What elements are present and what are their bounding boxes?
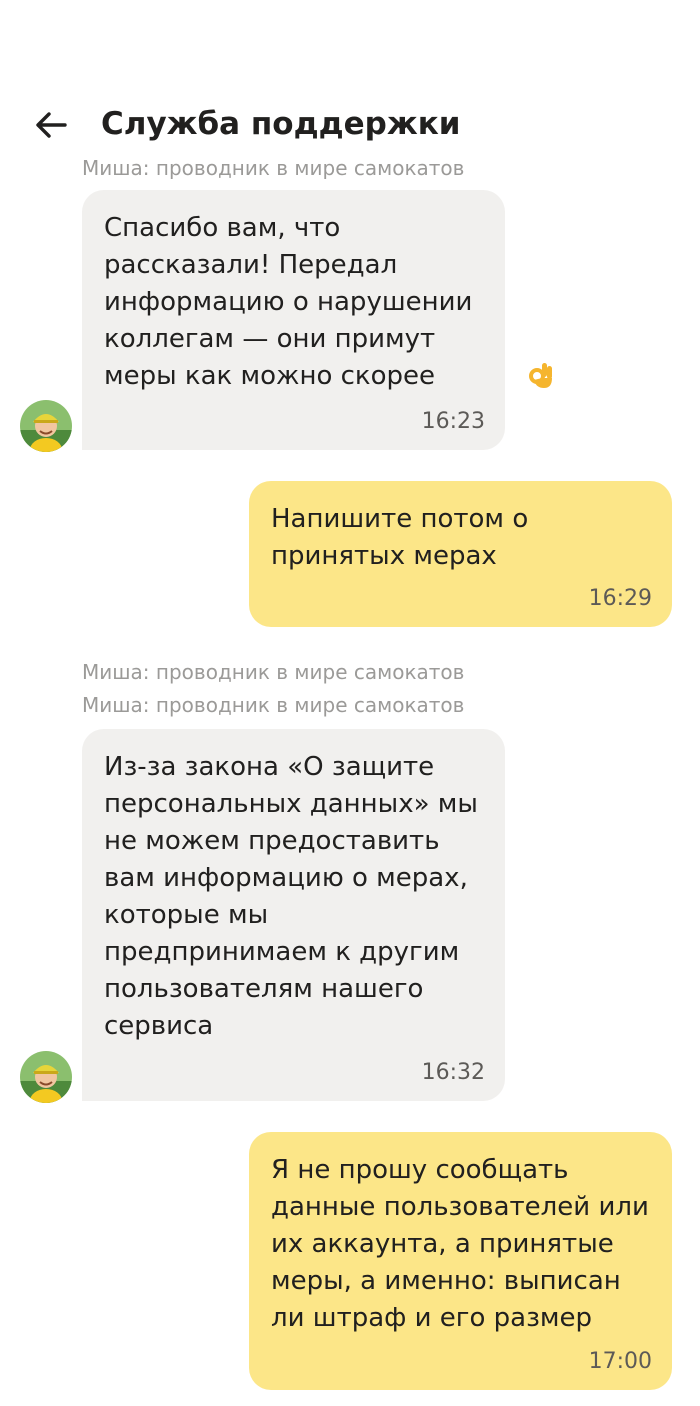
message-time: 17:00 — [588, 1349, 652, 1374]
sender-label: Миша: проводник в мире самокатов — [82, 156, 465, 179]
agent-avatar[interactable] — [20, 1051, 72, 1103]
message-incoming[interactable]: Из-за закона «О защите персональных данн… — [82, 729, 505, 1101]
message-outgoing[interactable]: Я не прошу сообщать данные пользователей… — [249, 1132, 672, 1390]
message-time: 16:23 — [421, 409, 485, 434]
header: Служба поддержки — [0, 92, 700, 156]
message-time: 16:32 — [421, 1060, 485, 1085]
ok-hand-icon — [529, 363, 552, 388]
message-incoming[interactable]: Спасибо вам, что рассказали! Передал инф… — [82, 190, 552, 450]
message-time: 16:29 — [588, 586, 652, 611]
sender-label: Миша: проводник в мире самокатов — [82, 660, 465, 684]
sender-label: Миша: проводник в мире самокатов — [82, 693, 465, 717]
page-title: Служба поддержки — [101, 106, 461, 142]
agent-avatar[interactable] — [20, 400, 72, 452]
arrow-left-icon — [36, 112, 67, 138]
message-outgoing[interactable]: Напишите потом о принятых мерах 16:29 — [249, 481, 672, 627]
message-text: Из-за закона «О защите персональных данн… — [104, 752, 478, 1041]
message-text: Я не прошу сообщать данные пользователей… — [271, 1155, 649, 1333]
message-text: Спасибо вам, что рассказали! Передал инф… — [104, 213, 473, 391]
message-text: Напишите потом о принятых мерах — [271, 504, 529, 571]
avatar-child-helmet-icon — [20, 1051, 72, 1103]
avatar-child-helmet-icon — [20, 400, 72, 452]
chat-screen: Миша: проводник в мире самокатов Служба … — [0, 0, 700, 1406]
back-button[interactable] — [28, 102, 74, 148]
